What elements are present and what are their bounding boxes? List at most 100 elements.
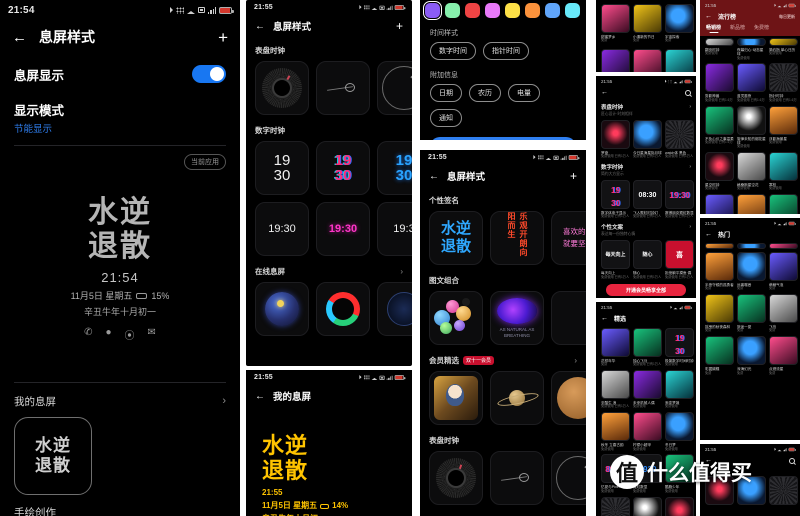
color-swatch-magenta[interactable] bbox=[485, 3, 500, 18]
store-item[interactable]: 喜 拒绝躺平摸鱼·喜 免费使用 已有1万人 bbox=[665, 240, 694, 279]
color-swatch-green[interactable] bbox=[445, 3, 460, 18]
color-swatch-yellow[interactable] bbox=[505, 3, 520, 18]
signature-tile[interactable]: 水逆 退散 bbox=[429, 211, 483, 265]
store-item[interactable]: 格桑斯星空花 免费使用 bbox=[737, 152, 766, 191]
store-item[interactable]: 08:30 飞人霓虹时钟灯 免费使用 已有1万人 bbox=[633, 180, 662, 219]
store-item[interactable]: 远离喧嚣 免费 bbox=[737, 252, 766, 291]
color-swatch-cyan[interactable] bbox=[565, 3, 580, 18]
current-app-chip[interactable]: 当前应用 bbox=[184, 154, 226, 170]
my-aod-header[interactable]: 我的息屏 › bbox=[0, 393, 240, 409]
clock-tile[interactable]: 19 30 bbox=[316, 141, 370, 195]
store-item[interactable]: 秋冬 立春古韵 免费使用 bbox=[601, 412, 630, 451]
back-icon[interactable] bbox=[429, 171, 439, 182]
store-item[interactable]: 翻页时钟 免费使用 bbox=[705, 38, 734, 60]
store-item[interactable] bbox=[769, 243, 798, 249]
chip-date[interactable]: 日期 bbox=[430, 84, 462, 102]
clock-tile[interactable] bbox=[490, 451, 544, 505]
store-item[interactable]: 罗盘 免费使用 已有1万人 bbox=[601, 120, 630, 159]
store-item[interactable]: 剪影神兽 免费使用 已有1.6万 bbox=[705, 63, 734, 102]
back-icon[interactable] bbox=[255, 391, 265, 402]
color-swatch-orange[interactable] bbox=[525, 3, 540, 18]
store-item[interactable]: 小清新的节日 免费 bbox=[633, 4, 662, 43]
chevron-right-icon[interactable]: › bbox=[574, 356, 577, 365]
store-item[interactable]: 盛夏守护胧明 免费使用 bbox=[769, 194, 798, 214]
section-header-online[interactable]: 在线息屏 › bbox=[246, 256, 412, 282]
clock-tile[interactable]: 19 30 bbox=[377, 141, 412, 195]
back-icon[interactable] bbox=[255, 21, 265, 32]
clock-tile[interactable] bbox=[429, 451, 483, 505]
tab-free[interactable]: 免费榜 bbox=[754, 24, 769, 31]
clock-tile[interactable]: 19:30 bbox=[316, 202, 370, 256]
display-mode-row[interactable]: 显示模式 节能显示 bbox=[0, 94, 240, 135]
store-item[interactable]: 睡梦系的祝日安 免费使用 bbox=[737, 194, 766, 214]
apply-button[interactable]: 应用 bbox=[430, 137, 576, 140]
store-item[interactable]: 今日星海星际月球 免费使用 已有1万人 bbox=[633, 120, 662, 159]
color-swatch-blue[interactable] bbox=[545, 3, 560, 18]
store-item[interactable]: 不负心仪之事温柔 免费使用 已有1.6万 bbox=[705, 105, 734, 149]
store-item[interactable]: 独心飞马 免费使用 已有1万人 bbox=[633, 328, 662, 367]
chevron-right-icon[interactable]: › bbox=[689, 164, 691, 170]
store-item[interactable]: 每天向上 每天向上 免费使用 已有1万人 bbox=[601, 240, 630, 279]
add-icon[interactable]: + bbox=[570, 170, 577, 182]
chevron-right-icon[interactable]: › bbox=[689, 224, 691, 230]
chevron-right-icon[interactable]: › bbox=[689, 104, 691, 110]
store-item[interactable] bbox=[665, 49, 694, 72]
store-item[interactable]: 至酷生 浪 免费使用 已有1万人 bbox=[601, 370, 630, 409]
store-item[interactable] bbox=[633, 49, 662, 72]
store-item[interactable] bbox=[665, 496, 694, 516]
store-item[interactable]: 19 30 极简数字时间时钟 免费使用 bbox=[665, 328, 694, 367]
back-icon[interactable] bbox=[12, 29, 27, 46]
aod-switch-row[interactable]: 息屏显示 bbox=[0, 54, 240, 94]
store-item[interactable]: 随心 随心 免费使用 已有1万人 bbox=[633, 240, 662, 279]
add-icon[interactable]: + bbox=[218, 29, 228, 46]
section-header-vip[interactable]: 会员精选 双十一会员 › bbox=[420, 345, 586, 371]
store-item[interactable]: 未来机械人偶 免费使用 bbox=[633, 370, 662, 409]
handdraw-header[interactable]: 手绘创作 bbox=[0, 501, 240, 516]
store-item[interactable] bbox=[769, 476, 798, 505]
store-item[interactable]: 萌萌气泡 免费 bbox=[769, 252, 798, 291]
imagetext-tile[interactable] bbox=[429, 291, 483, 345]
store-item[interactable]: 指针时钟 免费使用 已有1.6万 bbox=[769, 63, 798, 102]
signature-tile[interactable]: 乐观开朗向阳而生 bbox=[490, 211, 544, 265]
section-header-digital[interactable]: 数字时钟 › bbox=[596, 159, 696, 171]
imagetext-tile[interactable] bbox=[551, 291, 586, 345]
store-item[interactable] bbox=[633, 496, 662, 516]
store-item[interactable]: 飞鸟 免费 bbox=[769, 294, 798, 333]
clock-tile[interactable]: 19 30 bbox=[255, 141, 309, 195]
store-item[interactable]: 蓝灵墨夜 免费使用 已有1.6万 bbox=[737, 63, 766, 102]
vip-tile[interactable] bbox=[429, 371, 483, 425]
clock-tile[interactable] bbox=[551, 451, 586, 505]
chip-analog-time[interactable]: 指针时间 bbox=[483, 42, 529, 60]
store-item[interactable]: watch体 黑色 免费使用 已有1万人 bbox=[665, 120, 694, 159]
store-item[interactable]: 19:30 赛博朋克霓虹数显 免费使用 已有1万人 bbox=[665, 180, 694, 219]
chip-digital-time[interactable]: 数字时间 bbox=[430, 42, 476, 60]
store-item[interactable]: 花样年华 免费 bbox=[601, 328, 630, 367]
aod-tile[interactable] bbox=[255, 282, 309, 336]
store-item[interactable]: 甜蜜梦乡 免费 bbox=[601, 4, 630, 43]
aod-preview[interactable]: 水逆 退散 21:54 11月5日 星期五 15% 辛丑牛年十月初一 ✆ ● ⦿… bbox=[0, 196, 240, 342]
chip-notification[interactable]: 通知 bbox=[430, 109, 462, 127]
back-icon[interactable] bbox=[601, 315, 608, 322]
tab-new[interactable]: 新品榜 bbox=[730, 24, 745, 31]
vip-tile[interactable] bbox=[551, 371, 586, 425]
store-item[interactable]: 渐变梦境 免费使用 bbox=[665, 370, 694, 409]
store-item[interactable]: 星空时钟 免费使用 bbox=[705, 152, 734, 191]
store-item[interactable]: 浮影海景星 免费使用 bbox=[769, 105, 798, 149]
store-item[interactable]: 摇曳的秋夜森林 免费 bbox=[705, 294, 734, 333]
signature-tile[interactable]: 喜欢的 就要坚持 bbox=[551, 211, 586, 265]
aod-tile[interactable] bbox=[377, 282, 412, 336]
store-item[interactable]: 旅途一夏 免费 bbox=[737, 294, 766, 333]
vip-tile[interactable] bbox=[490, 371, 544, 425]
store-item[interactable]: 简约指 单心日历 免费使用 bbox=[769, 38, 798, 60]
clock-tile[interactable]: 19:30 bbox=[255, 202, 309, 256]
aod-toggle[interactable] bbox=[192, 65, 226, 83]
store-item[interactable] bbox=[601, 49, 630, 72]
section-header-text[interactable]: 个性文案 › bbox=[596, 219, 696, 231]
store-item[interactable]: 19 30 数字体电子显示 免费使用 已有1万人 bbox=[601, 180, 630, 219]
store-item[interactable]: 深海幻光 免费 bbox=[737, 336, 766, 375]
tab-bestseller[interactable]: 畅销榜 bbox=[706, 24, 721, 31]
back-icon[interactable] bbox=[705, 13, 712, 20]
store-item[interactable]: 寒枝 免费使用 bbox=[769, 152, 798, 191]
store-item[interactable]: 星球守护人远方... 免费使用 bbox=[705, 194, 734, 214]
chevron-right-icon[interactable]: › bbox=[222, 395, 226, 407]
